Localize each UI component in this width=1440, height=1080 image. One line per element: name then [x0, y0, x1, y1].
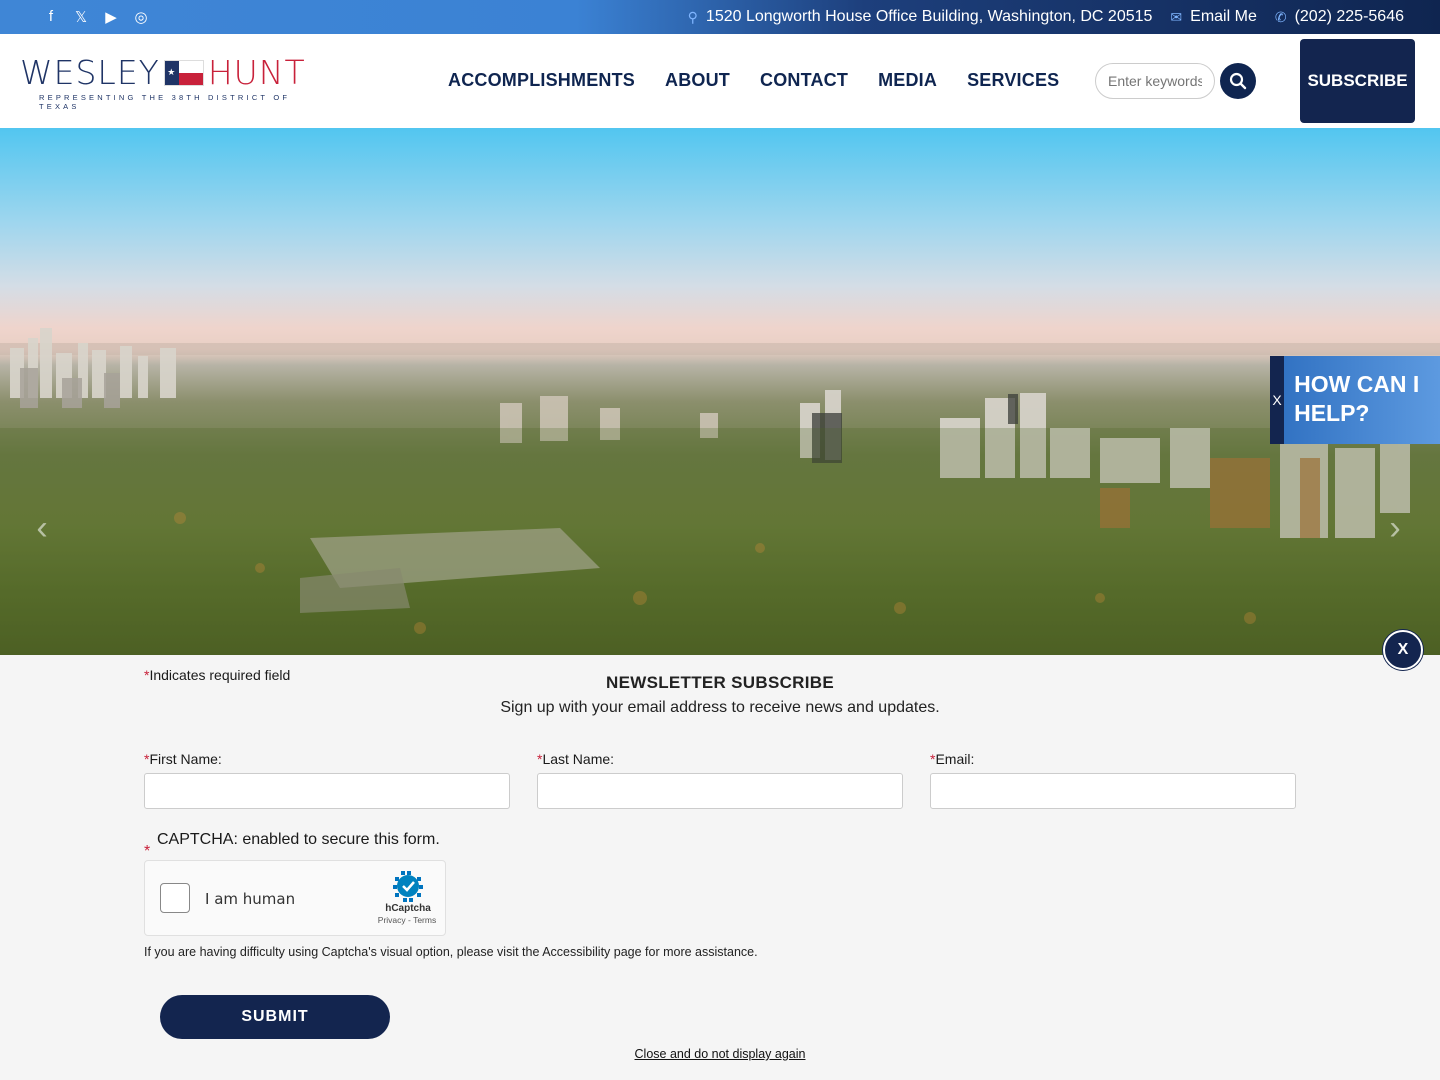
- last-name-label-text: Last Name:: [542, 751, 615, 767]
- search-button[interactable]: [1220, 63, 1256, 99]
- help-widget-link[interactable]: HOW CAN I HELP?: [1284, 356, 1440, 444]
- newsletter-subtitle: Sign up with your email address to recei…: [500, 699, 940, 716]
- hcaptcha-logo-icon: [393, 871, 423, 902]
- captcha-required-star: *: [144, 843, 151, 860]
- last-name-group: *Last Name:: [537, 751, 903, 809]
- hero-banner: ‹ › X HOW CAN I HELP?: [0, 128, 1440, 655]
- submit-button[interactable]: SUBMIT: [160, 995, 390, 1039]
- site-logo[interactable]: WESLEY ★ HUNT REPRESENTING THE 38TH DIST…: [20, 53, 310, 112]
- nav-media[interactable]: MEDIA: [878, 70, 937, 91]
- envelope-icon: ✉: [1170, 8, 1183, 25]
- email-label: *Email:: [930, 751, 1296, 767]
- hcaptcha-widget: I am human hCaptcha Privacy - Terms: [144, 860, 446, 936]
- address-item[interactable]: ⚲ 1520 Longworth House Office Building, …: [688, 8, 1153, 26]
- nav-about[interactable]: ABOUT: [665, 70, 730, 91]
- facebook-icon[interactable]: f: [36, 8, 66, 26]
- subscribe-button[interactable]: SUBSCRIBE: [1300, 39, 1415, 123]
- last-name-label: *Last Name:: [537, 751, 903, 767]
- first-name-label: *First Name:: [144, 751, 510, 767]
- search-input[interactable]: [1095, 63, 1215, 99]
- map-pin-icon: ⚲: [687, 8, 698, 25]
- carousel-next-arrow[interactable]: ›: [1375, 508, 1415, 548]
- social-links: f 𝕏 ▶ ◎: [36, 8, 156, 26]
- newsletter-title: NEWSLETTER SUBSCRIBE: [606, 673, 834, 692]
- first-name-group: *First Name:: [144, 751, 510, 809]
- close-do-not-display-row: Close and do not display again: [0, 1047, 1440, 1061]
- captcha-checkbox[interactable]: [160, 883, 190, 913]
- email-link-label: Email Me: [1190, 8, 1257, 25]
- newsletter-close-button[interactable]: X: [1383, 630, 1423, 670]
- help-widget: X HOW CAN I HELP?: [1270, 356, 1440, 444]
- nav-contact[interactable]: CONTACT: [760, 70, 848, 91]
- hcaptcha-links[interactable]: Privacy - Terms: [367, 915, 447, 925]
- email-field[interactable]: [930, 773, 1296, 809]
- hcaptcha-name: hCaptcha: [385, 903, 431, 914]
- phone-icon: ✆: [1274, 8, 1287, 25]
- captcha-label: CAPTCHA: enabled to secure this form.: [157, 831, 440, 848]
- email-group: *Email:: [930, 751, 1296, 809]
- top-bar: f 𝕏 ▶ ◎ ⚲ 1520 Longworth House Office Bu…: [0, 0, 1440, 34]
- instagram-icon[interactable]: ◎: [126, 8, 156, 26]
- nav-services[interactable]: SERVICES: [967, 70, 1059, 91]
- youtube-icon[interactable]: ▶: [96, 8, 126, 26]
- first-name-label-text: First Name:: [149, 751, 222, 767]
- close-do-not-display-link[interactable]: Close and do not display again: [635, 1047, 806, 1061]
- carousel-prev-arrow[interactable]: ‹: [22, 508, 62, 548]
- address-text: 1520 Longworth House Office Building, Wa…: [705, 8, 1153, 25]
- nav-accomplishments[interactable]: ACCOMPLISHMENTS: [448, 70, 635, 91]
- main-nav: ACCOMPLISHMENTS ABOUT CONTACT MEDIA SERV…: [448, 70, 1059, 91]
- x-icon[interactable]: 𝕏: [66, 8, 96, 26]
- search-icon: [1229, 72, 1247, 90]
- logo-wesley: WESLEY: [20, 53, 160, 92]
- first-name-field[interactable]: [144, 773, 510, 809]
- captcha-checkbox-text: I am human: [205, 890, 296, 908]
- logo-tagline: REPRESENTING THE 38TH DISTRICT OF TEXAS: [39, 93, 291, 111]
- phone-link[interactable]: ✆ (202) 225-5646: [1275, 8, 1404, 26]
- captcha-difficulty-note: If you are having difficulty using Captc…: [144, 945, 758, 959]
- phone-number: (202) 225-5646: [1294, 8, 1404, 25]
- texas-flag-icon: ★: [163, 60, 204, 86]
- newsletter-panel: *Indicates required field NEWSLETTER SUB…: [0, 655, 1440, 1080]
- last-name-field[interactable]: [537, 773, 903, 809]
- logo-hunt: HUNT: [207, 53, 306, 92]
- email-label-text: Email:: [935, 751, 975, 767]
- help-widget-close-button[interactable]: X: [1270, 356, 1285, 444]
- city-skyline-image: [0, 328, 1440, 655]
- contact-info: ⚲ 1520 Longworth House Office Building, …: [688, 8, 1404, 26]
- site-header: WESLEY ★ HUNT REPRESENTING THE 38TH DIST…: [0, 34, 1440, 128]
- email-link[interactable]: ✉ Email Me: [1170, 8, 1256, 26]
